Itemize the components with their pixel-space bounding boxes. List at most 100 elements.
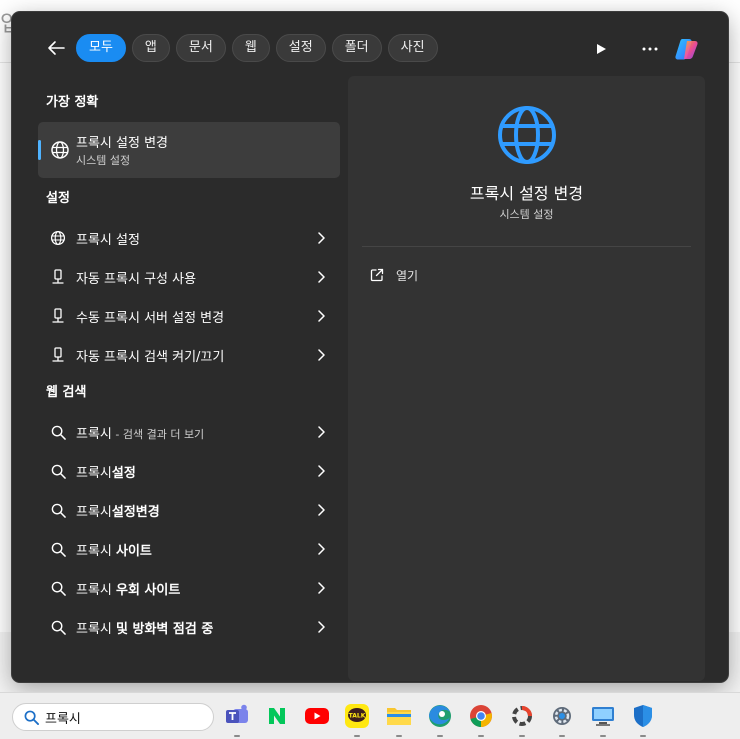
- best-match-item[interactable]: 프록시 설정 변경 시스템 설정: [38, 122, 340, 178]
- tab-documents[interactable]: 문서: [175, 34, 226, 62]
- settings-item-auto-proxy-detect[interactable]: 자동 프록시 검색 켜기/끄기: [38, 335, 340, 374]
- chevron-right-icon: [314, 619, 328, 635]
- running-indicator: [478, 735, 484, 737]
- running-indicator: [437, 735, 443, 737]
- running-indicator: [354, 735, 360, 737]
- chevron-right-icon: [314, 269, 328, 285]
- chevron-right-icon: [314, 502, 328, 518]
- kakaotalk-icon[interactable]: TALK: [342, 701, 372, 737]
- running-indicator: [600, 735, 606, 737]
- web-search-label: 프록시 사이트: [76, 544, 152, 559]
- proxy-icon: [50, 308, 66, 324]
- web-search-item[interactable]: 프록시설정: [38, 451, 340, 490]
- best-match-subtitle: 시스템 설정: [76, 154, 131, 167]
- defender-icon[interactable]: [628, 701, 658, 737]
- filter-tabs: 모두 앱 문서 웹 설정 폴더 사진: [76, 34, 438, 62]
- search-icon: [50, 502, 66, 518]
- taskbar-search-input[interactable]: [45, 709, 205, 725]
- chevron-right-icon: [314, 580, 328, 596]
- search-topbar: 모두 앱 문서 웹 설정 폴더 사진: [12, 12, 728, 84]
- tab-folders[interactable]: 폴더: [331, 34, 382, 62]
- globe-icon: [50, 230, 66, 246]
- settings-item-label: 수동 프록시 서버 설정 변경: [76, 311, 225, 326]
- running-indicator: [396, 735, 402, 737]
- globe-icon: [496, 104, 558, 166]
- taskbar-search-box[interactable]: [12, 703, 214, 731]
- chevron-right-icon: [314, 541, 328, 557]
- web-search-label: 프록시설정: [76, 466, 136, 481]
- settings-item-manual-proxy[interactable]: 수동 프록시 서버 설정 변경: [38, 296, 340, 335]
- teams-icon[interactable]: [222, 701, 252, 737]
- chevron-right-icon: [314, 308, 328, 324]
- more-options-button[interactable]: [639, 38, 661, 60]
- running-indicator: [559, 735, 565, 737]
- settings-item-proxy-settings[interactable]: 프록시 설정: [38, 218, 340, 257]
- search-icon: [50, 541, 66, 557]
- chevron-right-icon: [314, 463, 328, 479]
- web-search-item[interactable]: 프록시 사이트: [38, 529, 340, 568]
- open-external-icon: [370, 268, 384, 282]
- detail-title: 프록시 설정 변경: [469, 184, 584, 203]
- web-search-label: 프록시 우회 사이트: [76, 583, 181, 598]
- tab-photos[interactable]: 사진: [387, 34, 438, 62]
- app-icon[interactable]: [507, 701, 537, 737]
- search-icon: [50, 463, 66, 479]
- search-panel: 모두 앱 문서 웹 설정 폴더 사진 가장 정확 프록시 설정 변경 시스템 설…: [12, 12, 728, 682]
- tab-apps[interactable]: 앱: [131, 34, 170, 62]
- search-icon: [50, 424, 66, 440]
- search-icon: [50, 619, 66, 635]
- tab-web[interactable]: 웹: [231, 34, 270, 62]
- open-action-label: 열기: [396, 268, 419, 283]
- chrome-icon[interactable]: [466, 701, 496, 737]
- settings-icon[interactable]: [547, 701, 577, 737]
- copilot-button[interactable]: [672, 34, 702, 64]
- web-search-label: 프록시설정변경: [76, 505, 160, 520]
- edge-icon[interactable]: [425, 701, 455, 737]
- detail-subtitle: 시스템 설정: [499, 208, 554, 221]
- web-search-item[interactable]: 프록시 및 방화벽 점검 중: [38, 607, 340, 646]
- web-search-item[interactable]: 프록시 우회 사이트: [38, 568, 340, 607]
- section-title-best-match: 가장 정확: [46, 95, 99, 110]
- open-action[interactable]: 열기: [370, 264, 418, 286]
- tab-all[interactable]: 모두: [76, 34, 126, 62]
- settings-item-label: 자동 프록시 검색 켜기/끄기: [76, 350, 225, 365]
- detail-pane: 프록시 설정 변경 시스템 설정 열기: [348, 76, 705, 681]
- youtube-icon[interactable]: [302, 701, 332, 731]
- chevron-right-icon: [314, 424, 328, 440]
- running-indicator: [640, 735, 646, 737]
- naver-icon[interactable]: [262, 701, 292, 731]
- web-search-item[interactable]: 프록시 - 검색 결과 더 보기: [38, 412, 340, 451]
- play-icon: [597, 44, 606, 54]
- back-button[interactable]: [44, 36, 68, 60]
- section-title-settings: 설정: [46, 191, 70, 206]
- settings-item-label: 프록시 설정: [76, 233, 140, 248]
- running-indicator: [519, 735, 525, 737]
- web-search-label: 프록시 및 방화벽 점검 중: [76, 622, 214, 637]
- remote-desktop-icon[interactable]: [588, 701, 618, 737]
- more-icon: [642, 47, 658, 51]
- back-arrow-icon: [48, 41, 65, 55]
- tab-settings[interactable]: 설정: [275, 34, 326, 62]
- search-icon: [23, 709, 39, 725]
- file-explorer-icon[interactable]: [384, 701, 414, 737]
- svg-text:TALK: TALK: [349, 713, 366, 720]
- proxy-icon: [50, 347, 66, 363]
- web-search-item[interactable]: 프록시설정변경: [38, 490, 340, 529]
- proxy-icon: [50, 269, 66, 285]
- globe-icon: [50, 140, 70, 164]
- selection-indicator: [38, 140, 41, 160]
- taskbar: TALK: [0, 692, 740, 739]
- search-icon: [50, 580, 66, 596]
- play-button[interactable]: [590, 38, 612, 60]
- running-indicator: [234, 735, 240, 737]
- detail-divider: [362, 246, 691, 247]
- settings-item-auto-proxy-config[interactable]: 자동 프록시 구성 사용: [38, 257, 340, 296]
- results-list: 가장 정확 프록시 설정 변경 시스템 설정 설정 프록시 설정 자동 프록시 …: [38, 84, 340, 646]
- section-title-web-search: 웹 검색: [46, 385, 87, 400]
- web-search-label: 프록시 - 검색 결과 더 보기: [76, 427, 205, 442]
- best-match-title: 프록시 설정 변경: [76, 136, 168, 151]
- chevron-right-icon: [314, 347, 328, 363]
- settings-item-label: 자동 프록시 구성 사용: [76, 272, 197, 287]
- chevron-right-icon: [314, 230, 328, 246]
- copilot-icon: [675, 39, 698, 60]
